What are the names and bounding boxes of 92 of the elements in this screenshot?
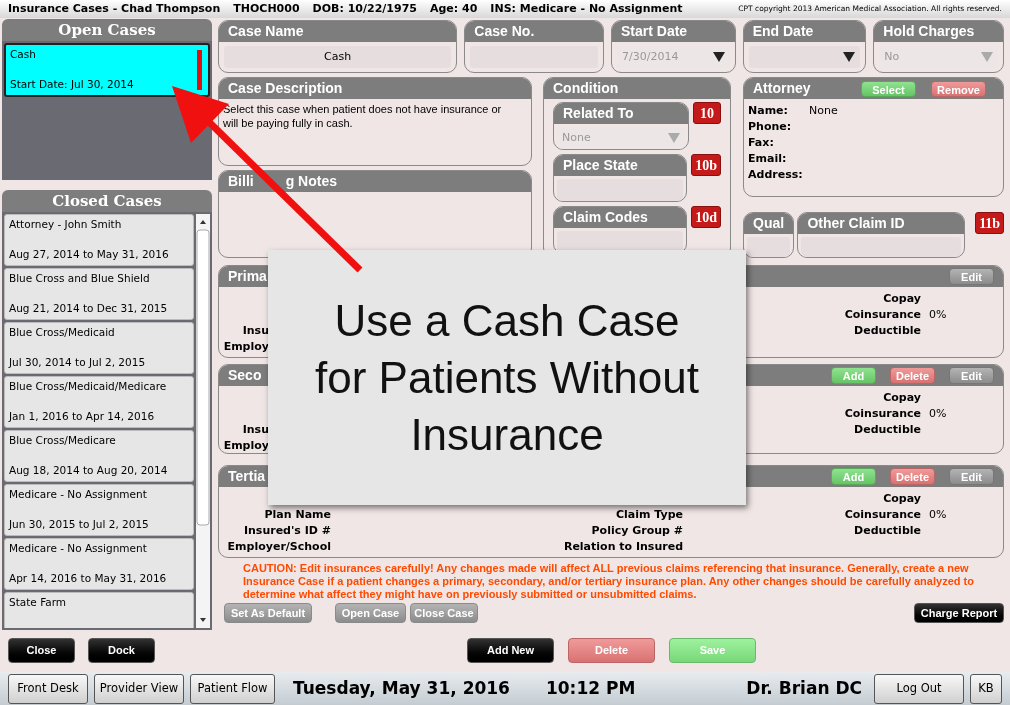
panel-title: g Notes [285,172,337,191]
nav-button[interactable]: Log Out [874,673,964,704]
dropdown-arrow-icon [843,52,856,62]
input-field[interactable]: Cash [224,46,452,68]
field-label: Plan Name [263,507,331,523]
marker-icon [197,50,202,90]
field-label: Deductible [853,523,921,539]
field-value: 0% [928,507,948,523]
nav-button[interactable]: Provider View [94,673,184,704]
action-button[interactable]: Charge Report [914,603,1004,623]
panel-title: Hold Charges [883,22,975,41]
window-title: Insurance Cases - Chad Thompson [8,0,221,17]
action-button[interactable]: Add New [467,638,554,663]
panel-title: Start Date [621,22,688,41]
panel-title: Claim Codes [563,208,648,227]
field-label: Address: [748,167,804,183]
patient-dob: DOB: 10/22/1975 [312,0,417,17]
field-label: Fax: [748,135,775,151]
caution-text: CAUTION: Edit insurances carefully! Any changes made will affect ALL previous claims referencing that insurance. Generally, create a new Insurance Case if a patient changes a primary, secondary, and/or tertiary insurance plan. Any other changes should be carefully analyzed to determine what affect they might have on previously submitted or unsubmitted claims. [242,562,975,602]
field-label: Phone: [748,119,793,135]
field-label: Copay [882,491,921,507]
panel-title: Condition [553,79,619,98]
field-label: Insu [241,323,269,339]
field-label: Employ [222,339,269,355]
panel-title: Qual [753,214,785,233]
field-label: Employer/School [226,539,331,555]
dropdown-arrow-icon [712,52,725,62]
patient-insurance: INS: Medicare - No Assignment [490,0,683,17]
date-field[interactable] [748,46,861,68]
input-field[interactable] [557,231,684,253]
user-name: Dr. Brian DC [746,676,862,700]
case-item[interactable]: Attorney - John Smith Aug 27, 2014 to May 31, 2016 [4,214,194,266]
field-label: Relation to Insured [562,539,683,555]
case-item[interactable]: Medicare - No Assignment Apr 14, 2016 to May 31, 2016 [4,538,194,590]
panel-title: Case Description [228,79,343,98]
case-item[interactable]: Blue Cross/Medicaid/Medicare Jan 1, 2016 to Apr 14, 2016 [4,376,194,428]
dropdown-arrow-icon [981,52,993,62]
panel-title: Billi [228,172,254,191]
field-value: 0% [928,307,948,323]
input-field[interactable] [747,237,791,257]
panel-title: Seco [228,366,262,385]
panel-title: Place State [563,156,638,175]
case-item[interactable]: State Farm [4,592,194,628]
section-title: Closed Cases [52,190,162,212]
nav-button[interactable]: KB [970,673,1002,704]
panel-title: End Date [752,22,814,41]
case-item[interactable]: Blue Cross/Medicaid Jul 30, 2014 to Jul 2, 2015 [4,322,194,374]
panel-title: Case No. [474,22,535,41]
field-label: Email: [748,151,788,167]
patient-id: THOCH000 [233,0,300,17]
code-badge: 10 [693,102,721,124]
panel-title: Prima [228,267,267,286]
callout-text: Use a Cash Case for Patients Without Insurance [315,295,699,461]
code-badge: 10d [691,206,721,228]
nav-button[interactable]: Front Desk [8,673,88,704]
panel-title: Related To [563,104,634,123]
field-value: 0% [928,406,948,422]
field-label: Claim Type [614,507,683,523]
action-button[interactable]: Dock [88,638,155,663]
scrollbar[interactable] [196,214,210,628]
field-label: Copay [882,390,921,406]
field-label: Employ [222,438,269,453]
field-label: Coinsurance [843,507,921,523]
dropdown-arrow-icon [668,133,680,143]
field-label: Coinsurance [843,406,921,422]
panel-title: Case Name [228,22,304,41]
section-title: Open Cases [58,19,156,41]
field-label: Insured's ID # [242,523,331,539]
patient-age: Age: 40 [429,0,478,17]
panel-title: Attorney [753,79,811,98]
field-value: None [809,103,838,119]
action-button[interactable]: Close [8,638,75,663]
panel-title: Tertia [228,467,266,486]
time-text: 10:12 PM [545,676,636,700]
field-label: Coinsurance [843,307,921,323]
field-label: Name: [748,103,789,119]
input-field[interactable] [801,237,962,257]
field-label: Copay [882,291,921,307]
field-label: Deductible [853,323,921,339]
panel-title: Other Claim ID [807,214,905,233]
code-badge: 10b [691,154,721,176]
case-item[interactable]: Medicare - No Assignment Jun 30, 2015 to Jul 2, 2015 [4,484,194,536]
field-label: Deductible [853,422,921,438]
case-item[interactable]: Blue Cross and Blue Shield Aug 21, 2014 to Dec 31, 2015 [4,268,194,320]
case-item[interactable]: Blue Cross/Medicare Aug 18, 2014 to Aug 20, 2014 [4,430,194,482]
input-field[interactable] [557,179,684,201]
date-text: Tuesday, May 31, 2016 [293,676,510,700]
field-label: Policy Group # [590,523,683,539]
field-label: Insu [241,422,269,438]
nav-button[interactable]: Patient Flow [190,673,275,704]
case-item[interactable]: Cash Start Date: Jul 30, 2014 [4,43,210,97]
code-badge: 11b [975,212,1004,234]
